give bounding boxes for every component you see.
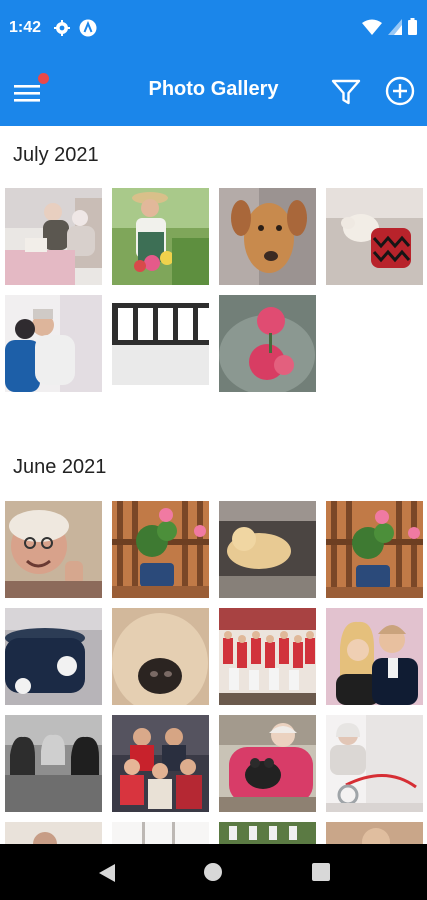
- gallery-content[interactable]: July 2021 June 2021: [0, 126, 427, 844]
- photo-thumbnail[interactable]: [219, 822, 316, 844]
- filter-icon: [331, 79, 361, 105]
- photo-thumbnail[interactable]: [326, 715, 423, 812]
- home-button[interactable]: [204, 863, 222, 881]
- photo-thumbnail[interactable]: [219, 715, 316, 812]
- photo-thumbnail[interactable]: [112, 501, 209, 598]
- recent-apps-button[interactable]: [312, 863, 330, 881]
- section-title-july: July 2021: [13, 144, 99, 166]
- photo-thumbnail[interactable]: [326, 822, 423, 844]
- photo-thumbnail[interactable]: [219, 295, 316, 392]
- photo-thumbnail[interactable]: [326, 501, 423, 598]
- status-time: 1:42: [9, 19, 42, 36]
- photo-thumbnail[interactable]: [219, 501, 316, 598]
- signal-icon: [388, 18, 402, 35]
- photo-thumbnail[interactable]: [326, 608, 423, 705]
- photo-thumbnail[interactable]: [219, 608, 316, 705]
- photo-thumbnail[interactable]: [112, 295, 209, 392]
- add-photo-button[interactable]: [384, 75, 416, 107]
- photo-thumbnail[interactable]: [5, 501, 102, 598]
- settings-icon: [54, 20, 70, 36]
- wifi-icon: [362, 19, 382, 35]
- photo-thumbnail[interactable]: [5, 295, 102, 392]
- section-title-june: June 2021: [13, 456, 107, 478]
- app-bar: Photo Gallery: [0, 62, 427, 126]
- accessibility-icon: [79, 19, 97, 37]
- status-bar: 1:42: [0, 0, 427, 62]
- photo-thumbnail[interactable]: [326, 188, 423, 285]
- battery-icon: [408, 18, 417, 35]
- photo-thumbnail[interactable]: [5, 608, 102, 705]
- photo-thumbnail[interactable]: [5, 188, 102, 285]
- photo-thumbnail[interactable]: [219, 188, 316, 285]
- photo-thumbnail[interactable]: [5, 715, 102, 812]
- photo-thumbnail[interactable]: [112, 608, 209, 705]
- add-circle-icon: [385, 76, 415, 106]
- page-title: Photo Gallery: [148, 78, 279, 100]
- system-nav-bar: [0, 844, 427, 900]
- photo-thumbnail[interactable]: [112, 822, 209, 844]
- filter-button[interactable]: [330, 76, 362, 108]
- photo-thumbnail[interactable]: [112, 715, 209, 812]
- back-icon[interactable]: [96, 862, 118, 884]
- photo-thumbnail[interactable]: [5, 822, 102, 844]
- photo-thumbnail[interactable]: [112, 188, 209, 285]
